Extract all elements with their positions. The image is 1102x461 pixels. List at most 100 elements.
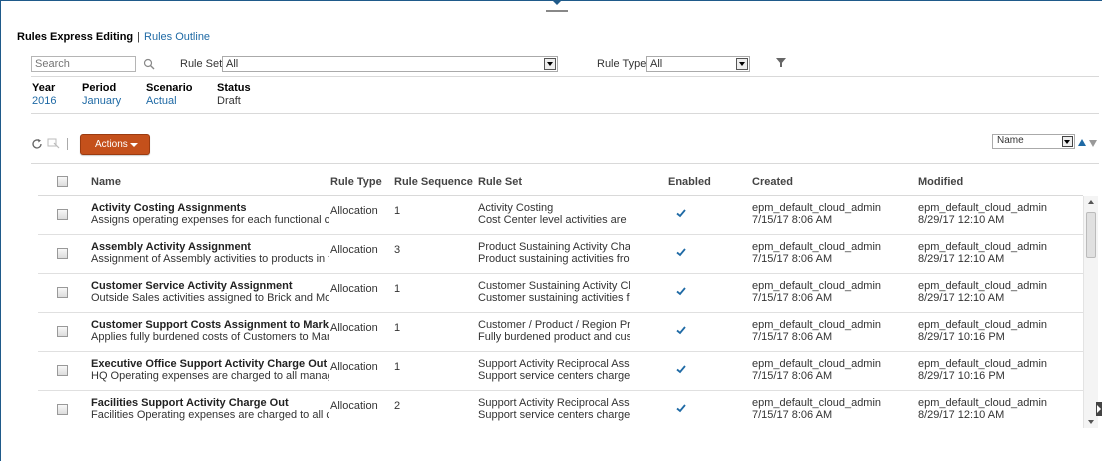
rule-type-cell: Allocation [330,283,378,295]
row-checkbox[interactable] [57,248,68,259]
modified-by: epm_default_cloud_admin [918,397,1048,409]
column-header-created[interactable]: Created [752,176,793,188]
table-row[interactable]: Customer Support Costs Assignment to Mar… [38,313,1083,352]
rule-name-cell: Activity Costing Assignments Assigns ope… [91,202,329,226]
rule-set-name: Customer / Product / Region Profit [478,319,630,331]
modified-cell: epm_default_cloud_admin 8/29/17 10:16 PM [918,358,1047,382]
row-checkbox[interactable] [57,209,68,220]
pov-year: Year 2016 [32,82,56,107]
table-row[interactable]: Facilities Support Activity Charge Out F… [38,391,1083,429]
modified-at: 8/29/17 12:10 AM [918,292,1005,304]
row-checkbox[interactable] [57,365,68,376]
row-checkbox[interactable] [57,287,68,298]
rule-set-cell: Customer / Product / Region Profit Fully… [478,319,630,343]
enabled-check-icon [676,248,686,257]
rule-type-cell: Allocation [330,361,378,373]
search-input[interactable] [32,57,136,71]
created-cell: epm_default_cloud_admin 7/15/17 8:06 AM [752,202,881,226]
rule-name[interactable]: Assembly Activity Assignment [91,241,329,253]
created-by: epm_default_cloud_admin [752,358,882,370]
drag-handle-bar [546,10,568,12]
rule-set-cell: Customer Sustaining Activity Charg Custo… [478,280,630,304]
search-icon[interactable] [142,57,156,71]
rule-set-name: Customer Sustaining Activity Charg [478,280,630,292]
rule-description: Applies fully burdened costs of Customer… [91,331,329,343]
splitter-handle[interactable] [546,0,568,14]
modified-cell: epm_default_cloud_admin 8/29/17 12:10 AM [918,397,1047,421]
row-checkbox[interactable] [57,326,68,337]
rule-set-description: Cost Center level activities are cos [478,214,630,226]
table-row[interactable]: Executive Office Support Activity Charge… [38,352,1083,391]
scrollbar-thumb[interactable] [1086,212,1096,258]
select-all-checkbox[interactable] [57,176,68,187]
created-by: epm_default_cloud_admin [752,241,882,253]
column-header-rule-type[interactable]: Rule Type [330,176,382,188]
rule-name-cell: Facilities Support Activity Charge Out F… [91,397,329,421]
tab-rules-express-editing[interactable]: Rules Express Editing [17,31,133,43]
modified-at: 8/29/17 12:10 AM [918,214,1005,226]
rule-set-name: Support Activity Reciprocal Assigni [478,358,630,370]
rule-sequence-cell: 1 [394,322,401,334]
rule-description: Facilities Operating expenses are charge… [91,409,329,421]
modified-at: 8/29/17 10:16 PM [918,331,1005,343]
rule-name[interactable]: Customer Support Costs Assignment to Mar… [91,319,329,331]
scroll-up-icon[interactable] [1088,200,1094,204]
enabled-check-icon [676,365,686,374]
created-by: epm_default_cloud_admin [752,280,882,292]
table-row[interactable]: Activity Costing Assignments Assigns ope… [38,196,1083,235]
sort-ascending-icon[interactable] [1078,139,1086,146]
chevron-down-icon[interactable] [544,58,556,70]
rule-set-description: Support service centers charge ou [478,370,630,382]
created-by: epm_default_cloud_admin [752,397,882,409]
filter-bar: Rule Set All Rule Type All [31,54,1091,76]
pov-value[interactable]: Actual [146,95,192,107]
pov-value[interactable]: 2016 [32,95,56,107]
actions-button[interactable]: Actions [80,134,150,155]
rule-name[interactable]: Executive Office Support Activity Charge… [91,358,329,370]
pov-label: Scenario [146,82,193,94]
row-checkbox[interactable] [57,404,68,415]
enabled-check-icon [676,326,686,335]
chevron-down-icon[interactable] [1062,136,1073,147]
rule-sequence-cell: 1 [394,205,401,217]
scroll-down-icon[interactable] [1088,420,1094,424]
rule-type-select[interactable]: All [646,56,750,72]
table-row[interactable]: Assembly Activity Assignment Assignment … [38,235,1083,274]
column-header-rule-set[interactable]: Rule Set [478,176,522,188]
modified-by: epm_default_cloud_admin [918,202,1048,214]
expand-panel-icon[interactable] [1096,402,1102,416]
rule-sequence-cell: 1 [394,361,401,373]
toolbar-separator [67,138,68,150]
modified-by: epm_default_cloud_admin [918,358,1048,370]
rule-set-cell: Activity Costing Cost Center level activ… [478,202,630,226]
sort-descending-icon[interactable] [1089,140,1097,147]
pov-value[interactable]: January [82,95,121,107]
rule-name[interactable]: Customer Service Activity Assignment [91,280,329,292]
table-row[interactable]: Customer Service Activity Assignment Out… [38,274,1083,313]
column-header-enabled[interactable]: Enabled [668,176,711,188]
modified-at: 8/29/17 10:16 PM [918,370,1005,382]
clear-filter-icon[interactable] [47,137,61,149]
rule-name[interactable]: Activity Costing Assignments [91,202,329,214]
rule-set-select[interactable]: All [222,56,558,72]
divider [31,76,1099,77]
search-field[interactable] [31,56,136,72]
refresh-icon[interactable] [31,138,43,150]
column-header-modified[interactable]: Modified [918,176,963,188]
column-header-name[interactable]: Name [91,176,121,188]
modified-cell: epm_default_cloud_admin 8/29/17 12:10 AM [918,202,1047,226]
rule-name[interactable]: Facilities Support Activity Charge Out [91,397,329,409]
rule-set-cell: Support Activity Reciprocal Assigni Supp… [478,358,630,382]
rule-type-cell: Allocation [330,400,378,412]
sort-by-select[interactable]: Name [992,134,1075,149]
column-header-rule-sequence[interactable]: Rule Sequence [394,176,473,188]
rule-set-cell: Product Sustaining Activity Charge Produ… [478,241,630,265]
tab-rules-outline[interactable]: Rules Outline [144,31,210,43]
toolbar: Actions Name [31,134,1101,158]
chevron-down-icon[interactable] [736,58,748,70]
modified-by: epm_default_cloud_admin [918,280,1048,292]
rule-name-cell: Executive Office Support Activity Charge… [91,358,329,382]
created-cell: epm_default_cloud_admin 7/15/17 8:06 AM [752,241,881,265]
vertical-scrollbar[interactable] [1083,196,1098,428]
created-cell: epm_default_cloud_admin 7/15/17 8:06 AM [752,280,881,304]
